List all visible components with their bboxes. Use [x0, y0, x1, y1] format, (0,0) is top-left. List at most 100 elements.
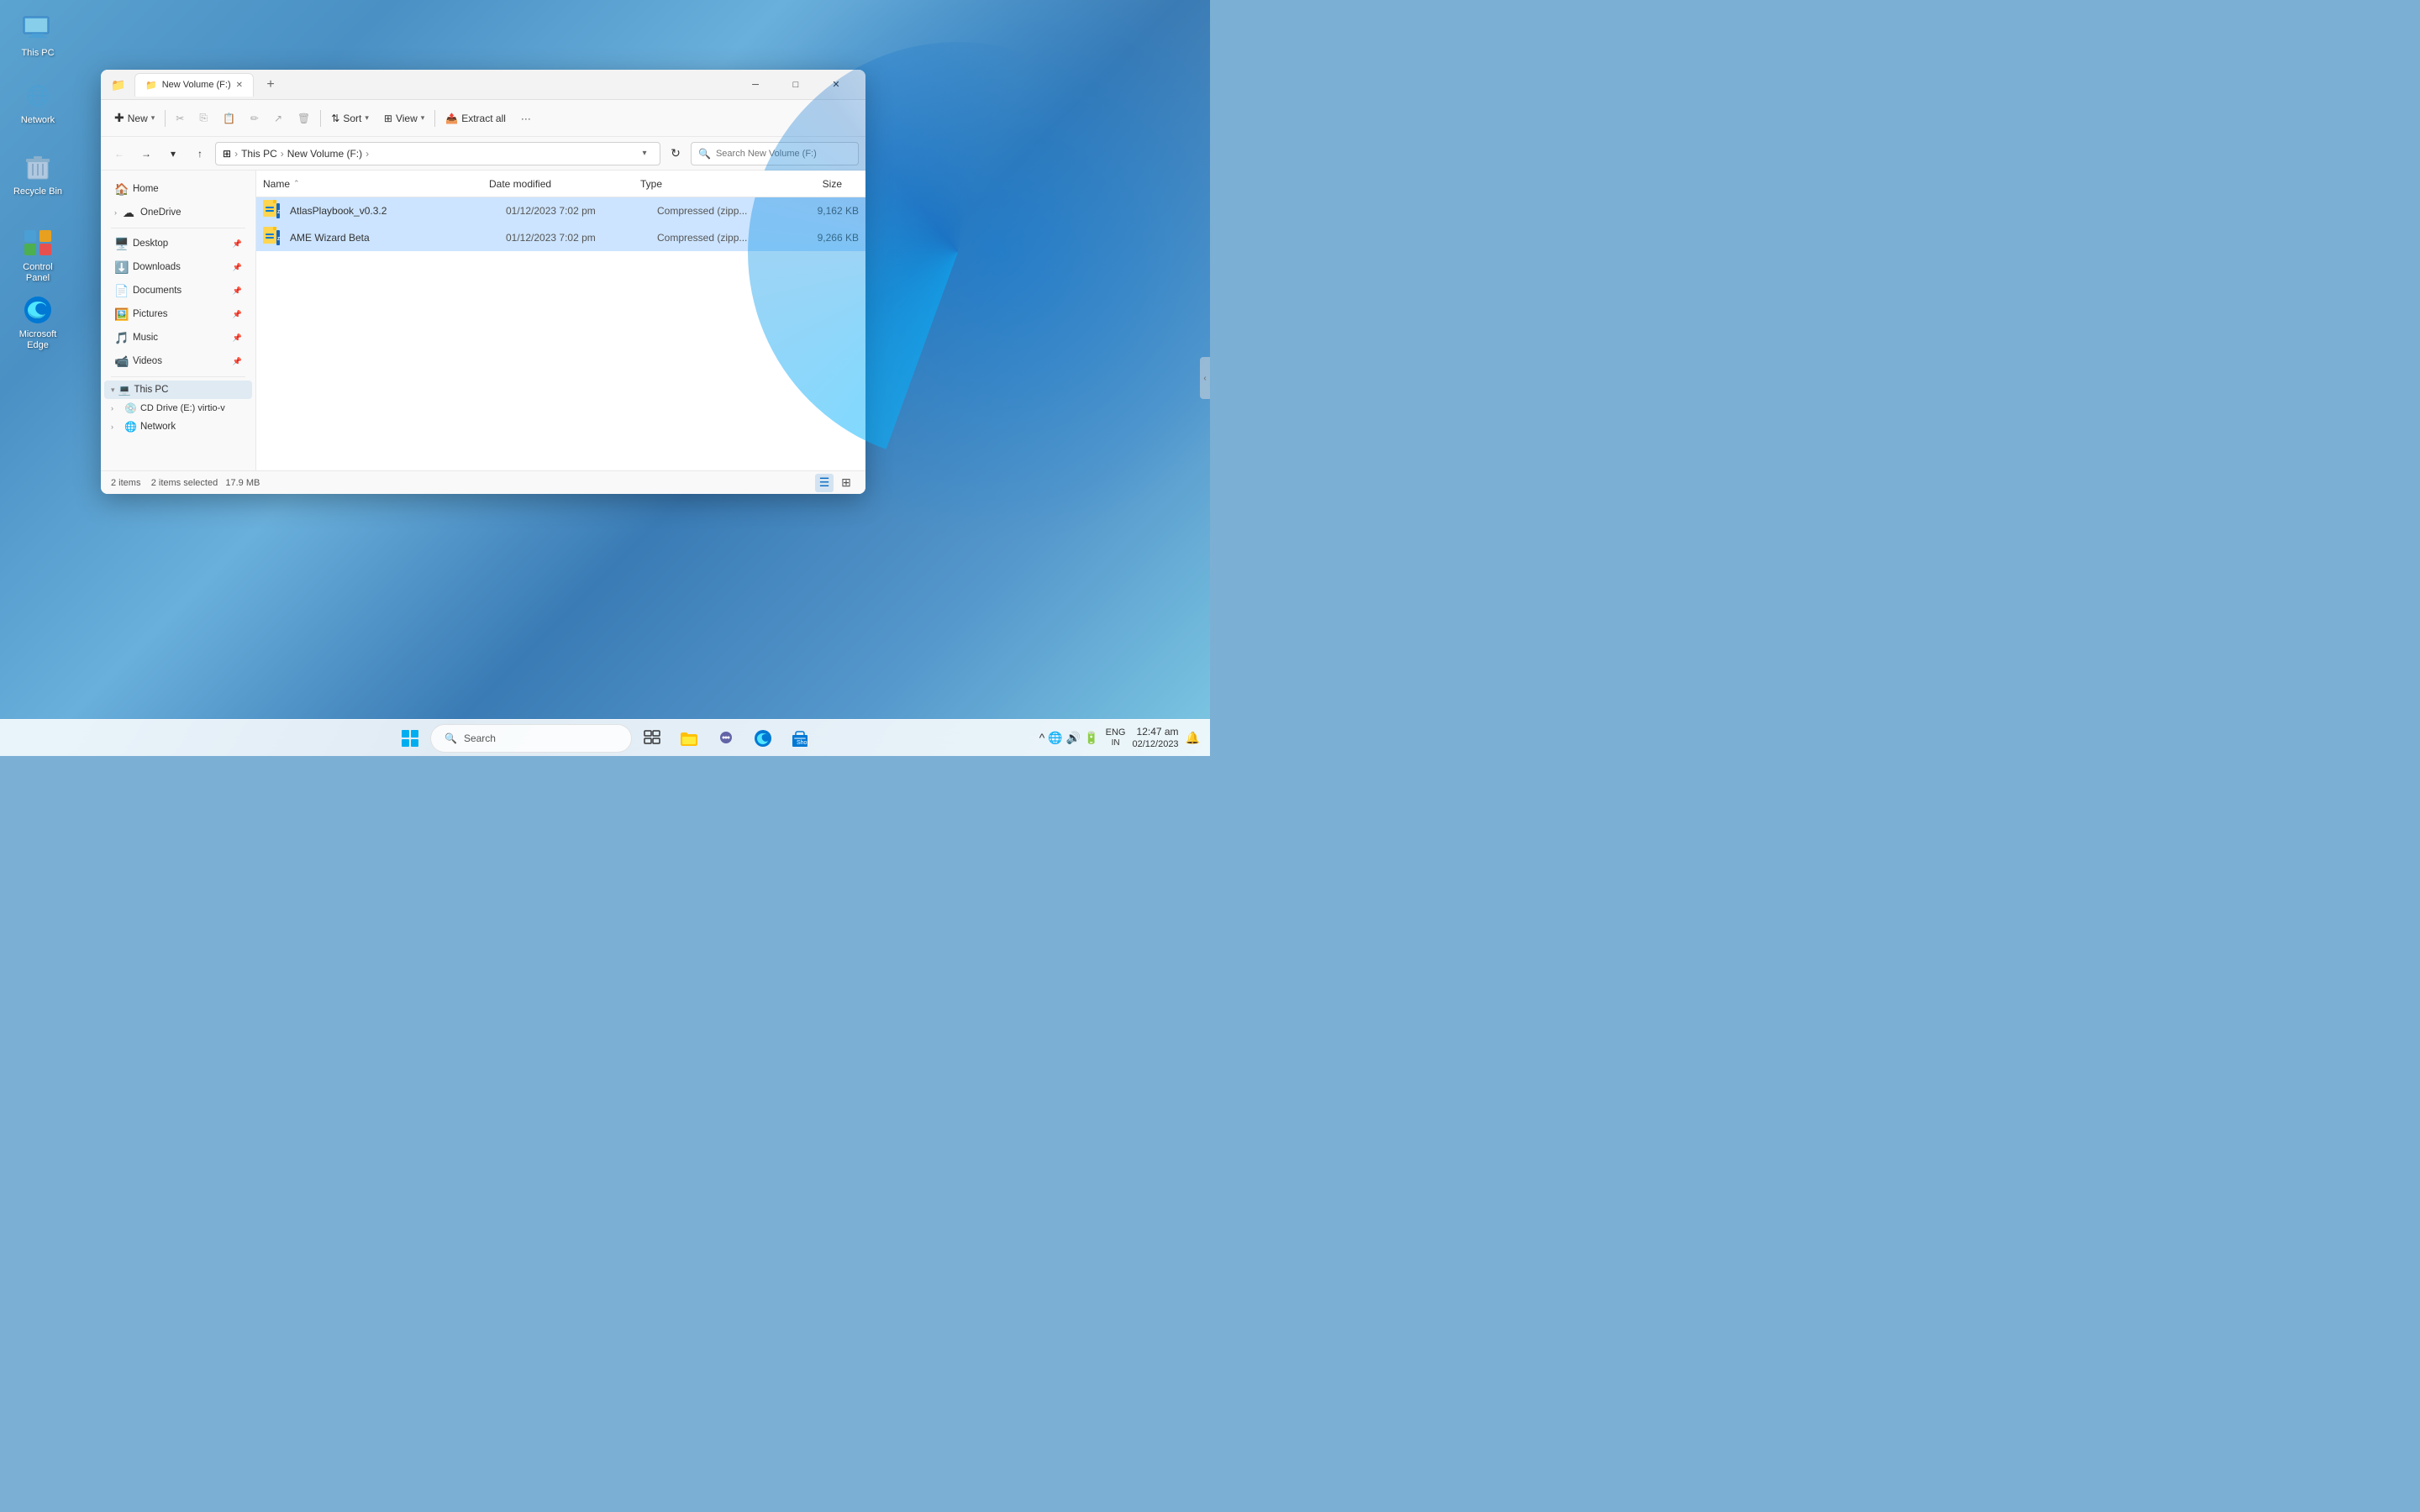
- table-row[interactable]: Z AtlasPlaybook_v0.3.2 01/12/2023 7:02 p…: [256, 197, 865, 224]
- documents-label: Documents: [133, 286, 228, 296]
- maximize-btn[interactable]: □: [776, 71, 815, 98]
- svg-text:Shop: Shop: [797, 740, 808, 746]
- network-tray-icon[interactable]: 🌐: [1048, 731, 1062, 745]
- list-view-btn[interactable]: ☰: [815, 474, 834, 492]
- sidebar-item-home[interactable]: 🏠 Home: [104, 177, 252, 201]
- col-type-header[interactable]: Type: [640, 178, 775, 190]
- search-icon: 🔍: [698, 148, 711, 160]
- this-pc-label: This PC: [21, 48, 54, 59]
- col-name-header[interactable]: Name ⌃: [263, 178, 489, 190]
- rename-btn[interactable]: ✏: [244, 105, 266, 132]
- new-btn[interactable]: ✚ New ▾: [108, 105, 161, 132]
- sidebar-item-network[interactable]: › 🌐 Network: [104, 417, 252, 436]
- col-type-label: Type: [640, 178, 662, 190]
- more-btn[interactable]: ···: [514, 105, 538, 132]
- search-bar[interactable]: 🔍: [691, 142, 859, 165]
- breadcrumb-volume[interactable]: New Volume (F:): [287, 148, 362, 160]
- taskbar-search-label: Search: [464, 732, 496, 744]
- view-btn[interactable]: ⊞ View ▾: [377, 105, 431, 132]
- sidebar-item-desktop[interactable]: 🖥️ Desktop 📌: [104, 232, 252, 255]
- home-label: Home: [133, 184, 242, 194]
- cut-btn[interactable]: ✂: [169, 105, 191, 132]
- downloads-label: Downloads: [133, 262, 228, 272]
- tray-expand-btn[interactable]: ^: [1039, 731, 1045, 744]
- chat-taskbar-btn[interactable]: [709, 722, 743, 755]
- copy-icon: ⎘: [199, 112, 208, 124]
- network-label: Network: [21, 115, 55, 126]
- battery-tray-icon[interactable]: 🔋: [1084, 731, 1098, 745]
- extract-btn-label: Extract all: [461, 113, 506, 124]
- language-indicator[interactable]: ENG IN: [1106, 727, 1126, 748]
- this-pc-sidebar-label: This PC: [134, 385, 168, 395]
- videos-icon: 📹: [114, 354, 128, 369]
- address-bar: ← → ▾ ↑ ⊞ › This PC › New Volume (F:) › …: [101, 137, 865, 171]
- desktop-icon-network[interactable]: Network: [8, 76, 67, 129]
- view-btn-label: View: [396, 113, 418, 124]
- file-date-2: 01/12/2023 7:02 pm: [506, 232, 657, 244]
- new-tab-btn[interactable]: +: [260, 75, 281, 95]
- volume-tray-icon[interactable]: 🔊: [1066, 731, 1081, 745]
- view-icon: ⊞: [384, 113, 392, 124]
- toolbar-sep-1: [165, 110, 166, 127]
- col-size-header[interactable]: Size: [775, 178, 842, 190]
- breadcrumb-this-pc[interactable]: This PC: [241, 148, 277, 160]
- system-clock[interactable]: 12:47 am 02/12/2023: [1133, 726, 1179, 751]
- explorer-folder-icon: 📁: [111, 78, 124, 92]
- task-view-btn[interactable]: [635, 722, 669, 755]
- sidebar-item-music[interactable]: 🎵 Music 📌: [104, 326, 252, 349]
- sidebar-item-downloads[interactable]: ⬇️ Downloads 📌: [104, 255, 252, 279]
- recent-btn[interactable]: ▾: [161, 142, 185, 165]
- table-row[interactable]: Z AME Wizard Beta 01/12/2023 7:02 pm Com…: [256, 224, 865, 251]
- sidebar-item-onedrive[interactable]: › ☁ OneDrive: [104, 201, 252, 224]
- desktop-icon-control-panel[interactable]: Control Panel: [8, 223, 67, 287]
- music-label: Music: [133, 333, 228, 343]
- sidebar-divider-2: [111, 376, 245, 377]
- this-pc-icon: [21, 12, 55, 45]
- grid-view-btn[interactable]: ⊞: [837, 474, 855, 492]
- close-btn[interactable]: ✕: [817, 71, 855, 98]
- copy-btn[interactable]: ⎘: [192, 105, 214, 132]
- col-name-label: Name: [263, 178, 290, 190]
- sidebar-item-this-pc[interactable]: ▾ 💻 This PC: [104, 381, 252, 399]
- sidebar-item-videos[interactable]: 📹 Videos 📌: [104, 349, 252, 373]
- sidebar-item-documents[interactable]: 📄 Documents 📌: [104, 279, 252, 302]
- search-input[interactable]: [716, 149, 851, 159]
- notification-btn[interactable]: 🔔: [1186, 731, 1200, 745]
- rename-icon: ✏: [250, 113, 259, 124]
- breadcrumb-bar[interactable]: ⊞ › This PC › New Volume (F:) › ▾: [215, 142, 660, 165]
- sort-btn[interactable]: ⇅ Sort ▾: [324, 105, 376, 132]
- back-btn[interactable]: ←: [108, 142, 131, 165]
- desktop-icon-recycle-bin[interactable]: Recycle Bin: [8, 147, 67, 201]
- forward-btn[interactable]: →: [134, 142, 158, 165]
- edge-taskbar-btn[interactable]: [746, 722, 780, 755]
- col-date-header[interactable]: Date modified: [489, 178, 640, 190]
- delete-btn[interactable]: 🗑: [291, 105, 317, 132]
- desktop-icon-edge[interactable]: Microsoft Edge: [8, 290, 67, 354]
- start-btn[interactable]: [393, 722, 427, 755]
- store-taskbar-btn[interactable]: Shop: [783, 722, 817, 755]
- extract-btn[interactable]: 📤 Extract all: [439, 105, 513, 132]
- up-btn[interactable]: ↑: [188, 142, 212, 165]
- breadcrumb-dropdown-btn[interactable]: ▾: [636, 145, 653, 162]
- desktop-icon-this-pc[interactable]: This PC: [8, 8, 67, 62]
- title-bar-tabs: 📁 New Volume (F:) ✕: [134, 73, 254, 97]
- file-explorer-taskbar-btn[interactable]: [672, 722, 706, 755]
- edge-peek-arrow[interactable]: ‹: [1200, 357, 1210, 399]
- tab-close-btn[interactable]: ✕: [236, 81, 243, 90]
- share-btn[interactable]: ↗: [267, 105, 289, 132]
- file-name-2: AME Wizard Beta: [290, 232, 370, 244]
- extract-icon: 📤: [445, 113, 458, 124]
- paste-btn[interactable]: 📋: [216, 105, 242, 132]
- breadcrumb-sep-2: ›: [281, 148, 284, 160]
- status-bar: 2 items 2 items selected 17.9 MB ☰ ⊞: [101, 470, 865, 494]
- taskbar-search-bar[interactable]: 🔍 Search: [430, 724, 632, 753]
- network-icon: [21, 79, 55, 113]
- pictures-pin-icon: 📌: [233, 310, 242, 319]
- refresh-btn[interactable]: ↻: [664, 142, 687, 165]
- zip-file-icon-1: Z: [263, 200, 280, 223]
- sidebar-item-pictures[interactable]: 🖼️ Pictures 📌: [104, 302, 252, 326]
- desktop-pin-icon: 📌: [233, 239, 242, 249]
- minimize-btn[interactable]: ─: [736, 71, 775, 98]
- active-tab[interactable]: 📁 New Volume (F:) ✕: [134, 73, 254, 97]
- sidebar-item-cd-drive[interactable]: › 💿 CD Drive (E:) virtio-v: [104, 399, 252, 417]
